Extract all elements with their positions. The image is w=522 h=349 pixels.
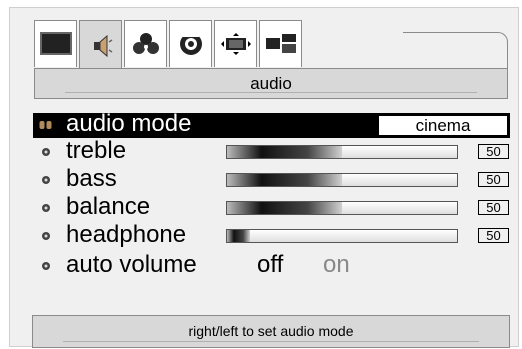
pip-icon	[265, 34, 296, 53]
bullet-icon	[42, 232, 50, 240]
audio-mode-value[interactable]: cinema	[379, 116, 507, 135]
menu-item-label: headphone	[66, 221, 187, 248]
auto-volume-on-option[interactable]: on	[323, 251, 350, 279]
bass-value: 50	[478, 172, 509, 187]
auto-volume-off-option[interactable]: off	[257, 251, 283, 279]
tab-setup[interactable]	[169, 20, 212, 67]
menu-item-label: bass	[66, 165, 117, 192]
menu-item-audio-mode[interactable]: audio mode cinema	[33, 110, 510, 138]
speaker-icon	[93, 34, 112, 57]
bullet-icon	[42, 262, 50, 270]
bullet-icon	[42, 176, 50, 184]
menu-item-label: treble	[66, 137, 127, 164]
menu-item-bass[interactable]: bass 50	[33, 165, 510, 195]
tab-screen-format[interactable]	[214, 20, 257, 67]
selected-bullet-icon	[39, 121, 52, 129]
menu-item-headphone[interactable]: headphone 50	[33, 221, 510, 251]
audio-menu-panel: audio audio mode cinema treble 50 bass 5…	[9, 7, 519, 348]
menu-item-label: auto volume	[66, 251, 197, 278]
bullet-icon	[42, 148, 50, 156]
slider-track	[342, 202, 457, 214]
bass-slider[interactable]	[226, 173, 458, 187]
menu-item-auto-volume[interactable]: auto volume off on	[33, 251, 510, 281]
menu-item-treble[interactable]: treble 50	[33, 137, 510, 167]
menu-item-label: audio mode	[66, 110, 192, 137]
balance-value: 50	[478, 200, 509, 215]
treble-value: 50	[478, 144, 509, 159]
tab-pip[interactable]	[259, 20, 302, 67]
slider-track	[342, 174, 457, 186]
treble-slider[interactable]	[226, 145, 458, 159]
balance-slider[interactable]	[226, 201, 458, 215]
headphone-value: 50	[478, 228, 509, 243]
page-title: audio	[34, 68, 508, 99]
screen-format-icon	[220, 33, 251, 55]
channels-icon	[132, 33, 159, 54]
slider-track	[342, 146, 457, 158]
headphone-slider[interactable]	[226, 229, 458, 243]
tab-picture[interactable]	[34, 20, 77, 67]
menu-item-balance[interactable]: balance 50	[33, 193, 510, 223]
bullet-icon	[42, 204, 50, 212]
slider-track	[250, 230, 457, 242]
slider-fill	[227, 230, 250, 242]
picture-icon	[39, 32, 72, 55]
slider-fill	[227, 174, 342, 186]
tab-channels[interactable]	[124, 20, 167, 67]
help-hint: right/left to set audio mode	[32, 315, 510, 348]
tab-audio[interactable]	[79, 20, 122, 70]
menu-item-label: balance	[66, 193, 151, 220]
setup-icon	[179, 33, 202, 55]
slider-fill	[227, 146, 342, 158]
slider-fill	[227, 202, 342, 214]
tab-strip-border	[403, 32, 508, 68]
